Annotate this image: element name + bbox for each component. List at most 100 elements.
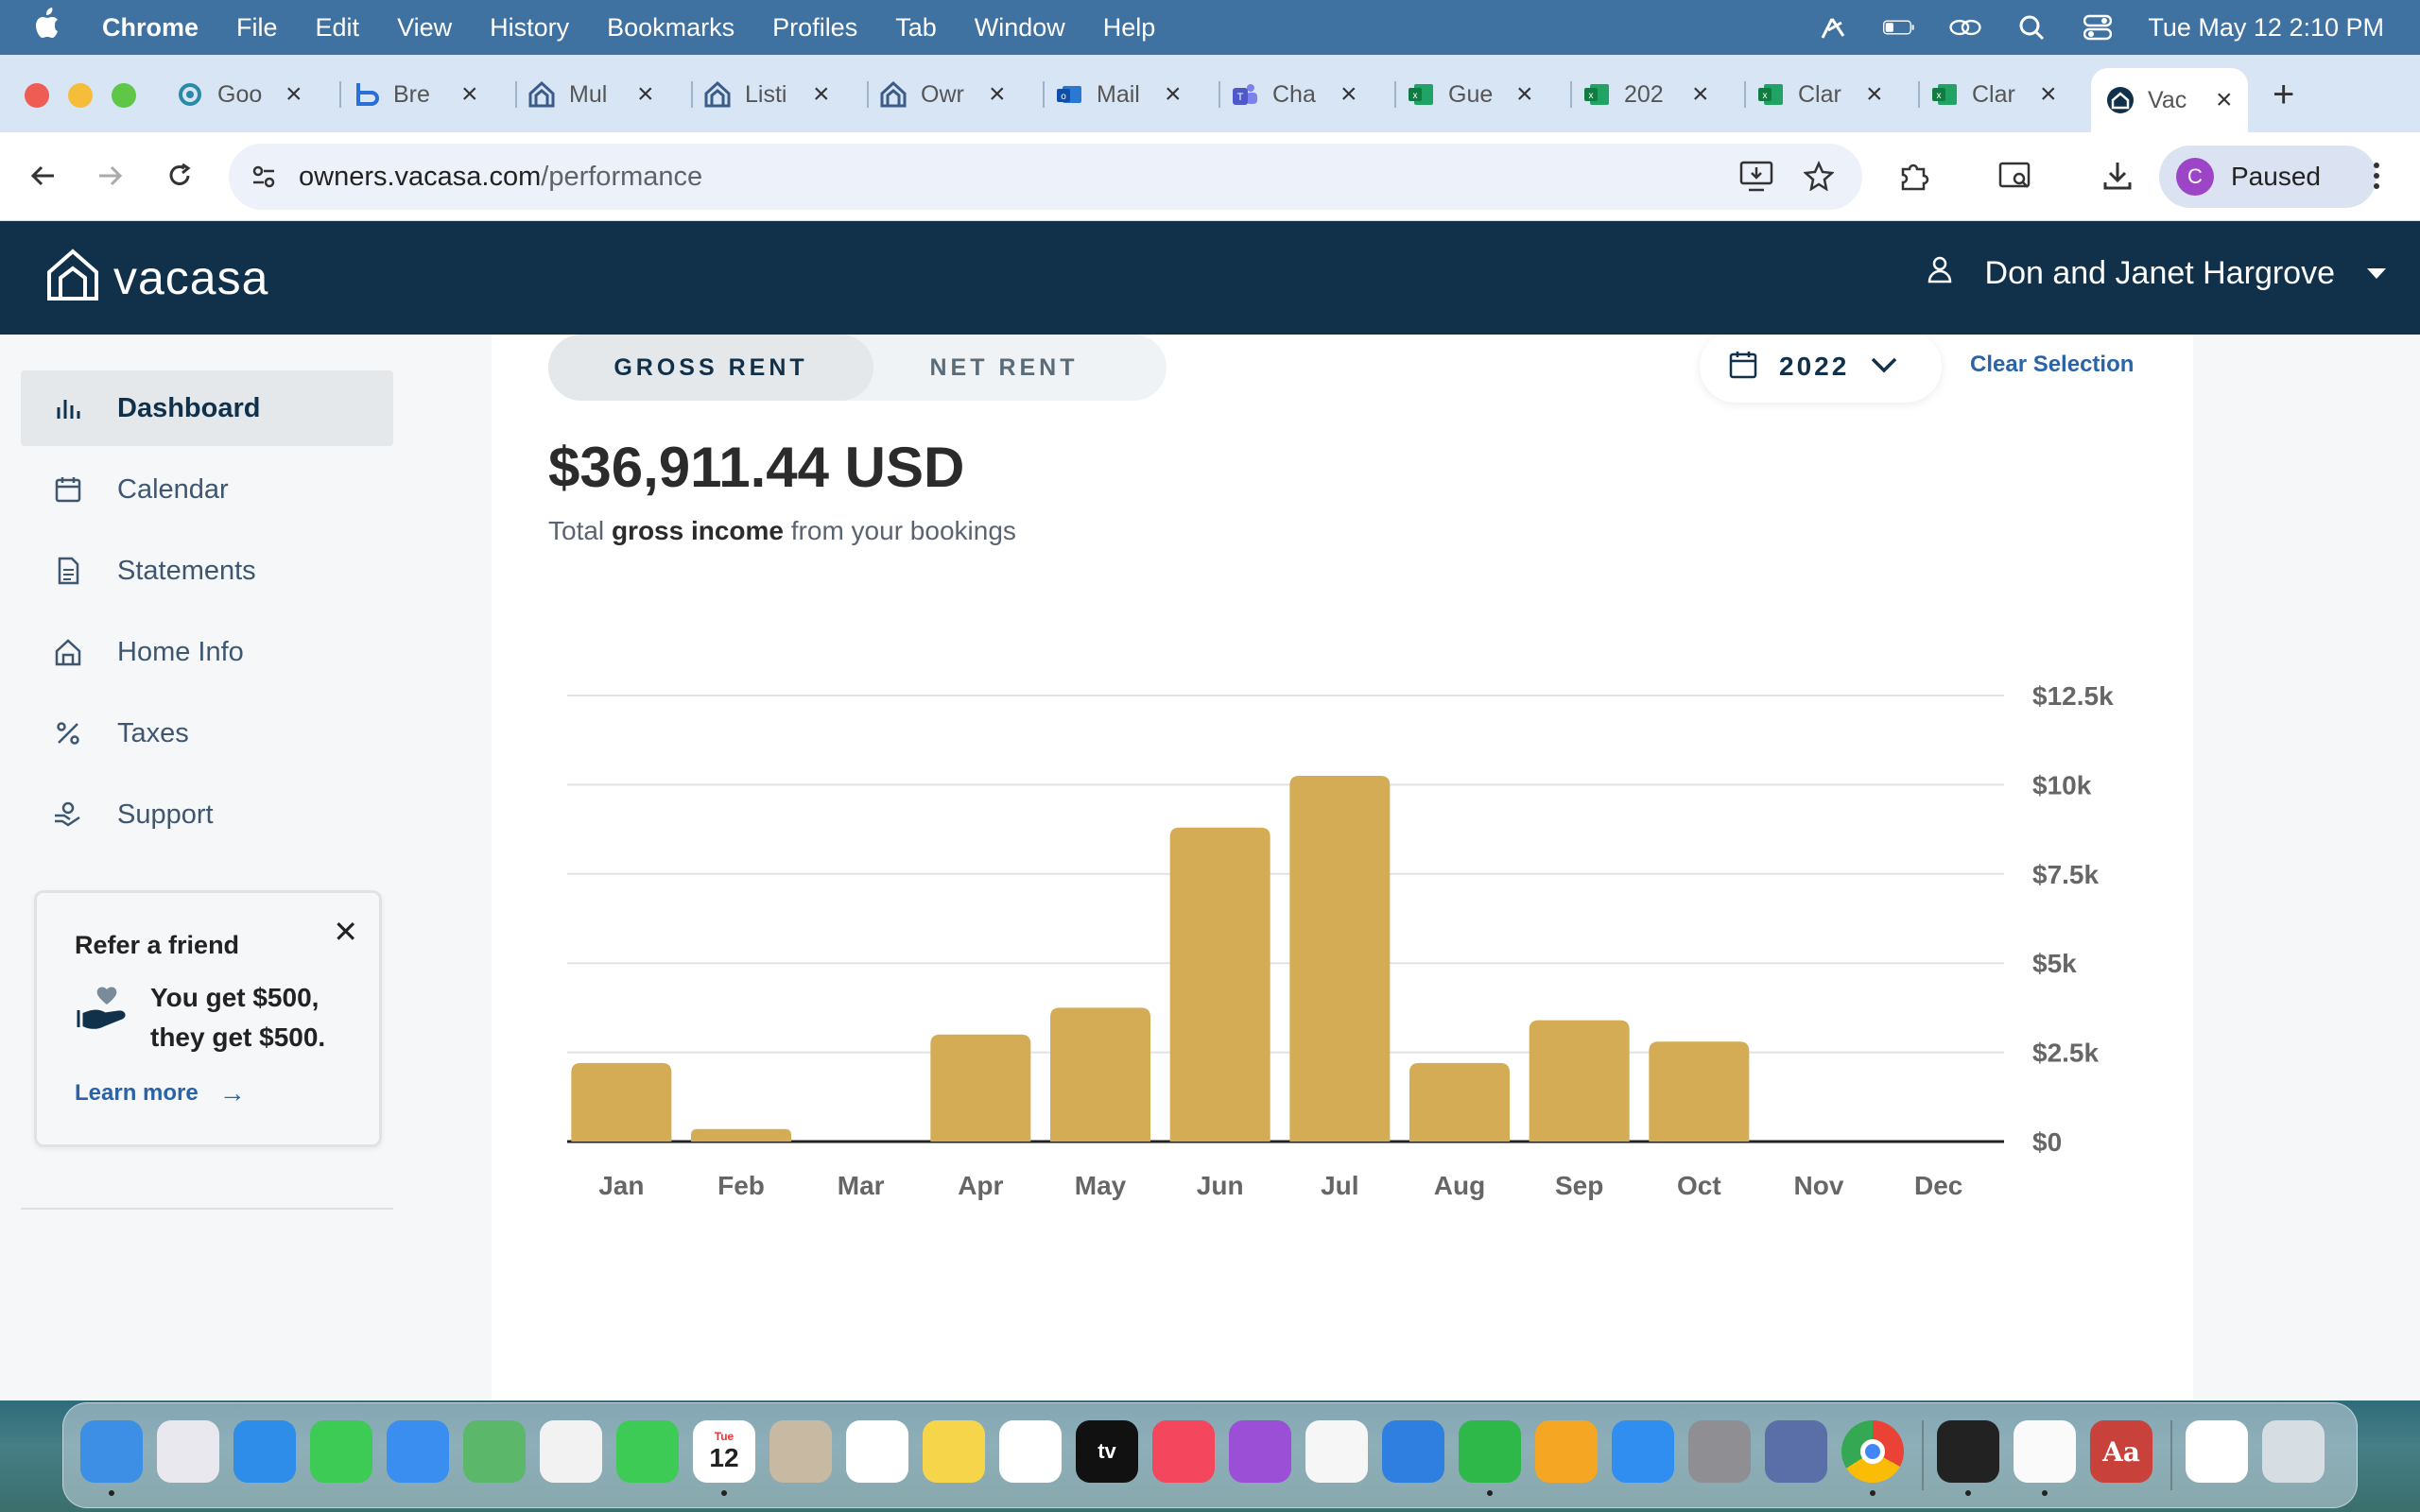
numbers-icon[interactable] <box>1459 1420 1521 1483</box>
menu-help[interactable]: Help <box>1103 13 1156 43</box>
menu-app-name[interactable]: Chrome <box>102 13 199 43</box>
facetime-icon[interactable] <box>616 1420 679 1483</box>
profile-button[interactable]: C Paused <box>2159 146 2377 208</box>
menu-view[interactable]: View <box>397 13 452 43</box>
mail-icon[interactable] <box>387 1420 449 1483</box>
settings-icon[interactable] <box>1688 1420 1751 1483</box>
browser-tab[interactable]: Mul × <box>515 68 654 121</box>
tab-close-icon[interactable]: × <box>1340 78 1357 111</box>
keyboard-brightness-icon[interactable] <box>1817 15 1849 40</box>
new-tab-button[interactable]: + <box>2273 74 2294 116</box>
sidebar-item-home-info[interactable]: Home Info <box>21 614 393 690</box>
chrome-menu-icon[interactable] <box>2358 157 2395 195</box>
document-icon[interactable] <box>2186 1420 2248 1483</box>
downloads-icon[interactable] <box>2099 157 2136 195</box>
browser-tab[interactable]: x Clar × <box>1744 68 1883 121</box>
photos-icon[interactable] <box>540 1420 602 1483</box>
menubar-clock[interactable]: Tue May 12 2:10 PM <box>2148 13 2384 43</box>
window-minimize-button[interactable] <box>68 83 93 108</box>
tv-icon[interactable]: tv <box>1076 1420 1138 1483</box>
extensions-puzzle-icon[interactable] <box>1894 157 1932 195</box>
sidebar-item-support[interactable]: Support <box>21 777 393 852</box>
appstore-icon[interactable] <box>1612 1420 1674 1483</box>
podcasts-icon[interactable] <box>1229 1420 1291 1483</box>
year-selector[interactable]: 2022 <box>1700 335 1942 403</box>
menu-tab[interactable]: Tab <box>895 13 937 43</box>
install-app-icon[interactable] <box>1739 161 1773 198</box>
menu-file[interactable]: File <box>236 13 278 43</box>
browser-tab[interactable]: x 202 × <box>1570 68 1709 121</box>
iphone-mirroring-icon[interactable] <box>1765 1420 1827 1483</box>
calendar-icon[interactable]: Tue 12 <box>693 1420 755 1483</box>
site-info-icon[interactable] <box>250 163 278 196</box>
browser-tab[interactable]: Owr × <box>867 68 1006 121</box>
tab-close-icon[interactable]: × <box>1866 78 1883 111</box>
tab-close-icon[interactable]: × <box>1165 78 1182 111</box>
browser-tab[interactable]: Bre × <box>339 68 478 121</box>
vacasa-logo[interactable]: vacasa <box>45 248 268 307</box>
spotlight-search-icon[interactable] <box>2015 15 2048 41</box>
chrome-icon[interactable] <box>1841 1420 1904 1483</box>
browser-tab[interactable]: T Cha × <box>1219 68 1357 121</box>
tab-close-icon[interactable]: × <box>989 78 1006 111</box>
bar-feb[interactable] <box>691 1128 791 1142</box>
pages-icon[interactable] <box>1535 1420 1598 1483</box>
news-icon[interactable] <box>1305 1420 1368 1483</box>
filemaker-icon[interactable] <box>1937 1420 1999 1483</box>
browser-tab[interactable]: Goo × <box>176 68 302 121</box>
bookmark-star-icon[interactable] <box>1803 160 1835 196</box>
tab-close-icon[interactable]: × <box>2040 78 2057 111</box>
url-text[interactable]: owners.vacasa.com/performance <box>299 162 702 193</box>
tab-close-icon[interactable]: × <box>637 78 654 111</box>
tab-search-icon[interactable] <box>1996 157 2034 195</box>
menu-window[interactable]: Window <box>975 13 1065 43</box>
battery-icon[interactable] <box>1883 15 1915 40</box>
clear-selection-link[interactable]: Clear Selection <box>1970 352 2134 378</box>
gross-rent-tab[interactable]: GROSS RENT <box>548 335 873 401</box>
browser-tab[interactable]: x Gue × <box>1394 68 1533 121</box>
sidebar-item-calendar[interactable]: Calendar <box>21 452 393 527</box>
sidebar-item-statements[interactable]: Statements <box>21 533 393 609</box>
bar-jul[interactable] <box>1289 775 1391 1142</box>
tab-close-icon[interactable]: × <box>285 78 302 111</box>
bar-oct[interactable] <box>1649 1041 1750 1142</box>
browser-tab[interactable]: x Clar × <box>1918 68 2057 121</box>
sidebar-item-dashboard[interactable]: Dashboard <box>21 370 393 446</box>
learn-more-link[interactable]: Learn more → <box>75 1078 246 1108</box>
bar-jan[interactable] <box>571 1062 672 1142</box>
window-zoom-button[interactable] <box>112 83 136 108</box>
tab-close-icon[interactable]: × <box>1516 78 1533 111</box>
forward-arrow-icon[interactable] <box>91 157 129 195</box>
menu-edit[interactable]: Edit <box>316 13 360 43</box>
launchpad-icon[interactable] <box>157 1420 219 1483</box>
tab-close-icon[interactable]: × <box>2216 84 2233 116</box>
contacts-icon[interactable] <box>769 1420 832 1483</box>
browser-tab[interactable]: Listi × <box>691 68 830 121</box>
screen-mirroring-icon[interactable] <box>1949 15 1981 40</box>
tab-close-icon[interactable]: × <box>1692 78 1709 111</box>
browser-tab[interactable]: o Mail × <box>1043 68 1182 121</box>
keynote-icon[interactable] <box>1382 1420 1444 1483</box>
bar-sep[interactable] <box>1529 1020 1630 1142</box>
music-icon[interactable] <box>1152 1420 1215 1483</box>
tab-close-icon[interactable]: × <box>813 78 830 111</box>
menu-bookmarks[interactable]: Bookmarks <box>607 13 735 43</box>
tab-close-icon[interactable]: × <box>461 78 478 111</box>
user-menu[interactable]: Don and Janet Hargrove <box>1927 255 2386 292</box>
window-close-button[interactable] <box>25 83 49 108</box>
bar-apr[interactable] <box>930 1034 1031 1142</box>
close-icon[interactable]: ✕ <box>333 914 358 950</box>
net-rent-tab[interactable]: NET RENT <box>841 335 1167 401</box>
freeform-icon[interactable] <box>999 1420 1062 1483</box>
dictionary-icon[interactable]: Aa <box>2090 1420 2152 1483</box>
bar-jun[interactable] <box>1169 827 1270 1142</box>
back-arrow-icon[interactable] <box>25 157 62 195</box>
reminders-icon[interactable] <box>846 1420 908 1483</box>
browser-tab-active[interactable]: Vac × <box>2091 68 2248 132</box>
notes-icon[interactable] <box>923 1420 985 1483</box>
maps-icon[interactable] <box>463 1420 526 1483</box>
sidebar-item-taxes[interactable]: Taxes <box>21 696 393 771</box>
finder-icon[interactable] <box>80 1420 143 1483</box>
trash-icon[interactable] <box>2262 1420 2325 1483</box>
control-center-icon[interactable] <box>2082 14 2114 41</box>
